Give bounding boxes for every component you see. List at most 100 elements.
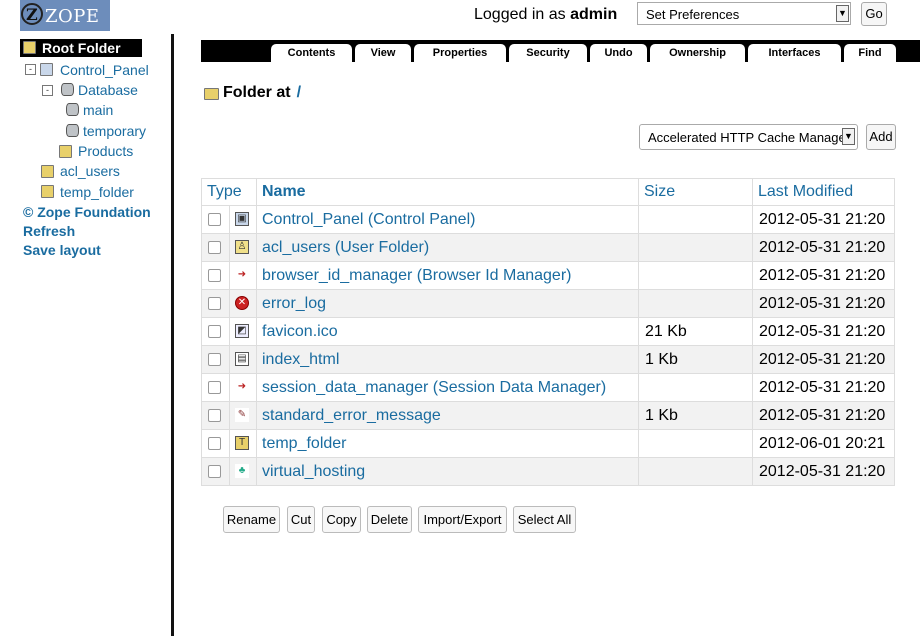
row-last-modified: 2012-05-31 21:20 (752, 205, 895, 234)
column-type[interactable]: Type (201, 178, 257, 206)
row-checkbox[interactable] (208, 380, 221, 394)
virtual-host-icon[interactable]: ♣ (235, 464, 249, 479)
tab-undo[interactable]: Undo (590, 44, 647, 62)
page-title-prefix: Folder at (223, 84, 291, 101)
tab-interfaces[interactable]: Interfaces (748, 44, 841, 62)
row-checkbox[interactable] (208, 324, 221, 338)
user-folder-icon[interactable]: ♙ (235, 240, 249, 255)
row-name-link[interactable]: session_data_manager (Session Data Manag… (256, 373, 639, 402)
tree-item-temporary[interactable]: temporary (83, 122, 146, 140)
row-last-modified: 2012-05-31 21:20 (752, 233, 895, 262)
row-checkbox[interactable] (208, 296, 221, 310)
root-folder-label: Root Folder (42, 40, 121, 56)
tab-contents[interactable]: Contents (271, 44, 352, 63)
session-manager-icon[interactable]: ➜ (235, 380, 249, 395)
user-folder-icon (41, 165, 54, 178)
save-layout-link[interactable]: Save layout (23, 242, 101, 258)
row-name-link[interactable]: browser_id_manager (Browser Id Manager) (256, 261, 639, 290)
table-row: ✎ standard_error_message 1 Kb 2012-05-31 21… (201, 401, 895, 430)
add-object-select[interactable]: Accelerated HTTP Cache Manager ▼ (639, 124, 858, 150)
dtml-method-icon[interactable]: ✎ (235, 408, 249, 423)
control-panel-icon[interactable]: ▣ (235, 212, 249, 227)
tab-security[interactable]: Security (509, 44, 587, 62)
row-size (638, 289, 753, 318)
column-name[interactable]: Name (256, 178, 639, 206)
row-checkbox[interactable] (208, 436, 221, 450)
row-last-modified: 2012-05-31 21:20 (752, 345, 895, 374)
import-export-button[interactable]: Import/Export (418, 506, 507, 533)
row-last-modified: 2012-06-01 20:21 (752, 429, 895, 458)
root-folder-link[interactable]: Root Folder (20, 39, 142, 57)
delete-button[interactable]: Delete (367, 506, 412, 533)
table-row: Ttemp_folder 2012-06-01 20:21 (201, 429, 895, 458)
table-row: ➜ session_data_manager (Session Data Mana… (201, 373, 895, 402)
row-name-link[interactable]: acl_users (User Folder) (256, 233, 639, 262)
row-size (638, 429, 753, 458)
table-row: ♣ virtual_hosting 2012-05-31 21:20 (201, 457, 895, 486)
folder-icon (59, 145, 72, 158)
tab-ownership[interactable]: Ownership (650, 44, 745, 62)
collapse-toggle[interactable]: - (25, 64, 36, 75)
path-root-link[interactable]: / (297, 84, 301, 101)
row-checkbox[interactable] (208, 268, 221, 282)
row-checkbox[interactable] (208, 464, 221, 478)
add-button[interactable]: Add (866, 124, 896, 150)
logged-in-status: Logged in as admin (474, 6, 617, 24)
row-name-link[interactable]: index_html (256, 345, 639, 374)
frame-divider[interactable] (171, 34, 174, 636)
browser-id-icon[interactable]: ➜ (235, 268, 249, 283)
control-panel-icon (40, 63, 53, 76)
error-log-icon[interactable]: ✕ (235, 296, 249, 311)
row-size (638, 261, 753, 290)
zope-logo-text: ZOPE (45, 6, 100, 27)
temp-folder-icon (41, 185, 54, 198)
row-checkbox[interactable] (208, 352, 221, 366)
table-row: ✕ error_log 2012-05-31 21:20 (201, 289, 895, 318)
row-last-modified: 2012-05-31 21:20 (752, 317, 895, 346)
left-navigation: Root Folder - Control_Panel - Database m… (0, 34, 171, 636)
image-icon[interactable]: ◩ (235, 324, 249, 339)
row-last-modified: 2012-05-31 21:20 (752, 401, 895, 430)
column-last-modified[interactable]: Last Modified (752, 178, 895, 206)
collapse-toggle[interactable]: - (42, 85, 53, 96)
rename-button[interactable]: Rename (223, 506, 280, 533)
row-name-link[interactable]: favicon.ico (256, 317, 639, 346)
tree-item-temp-folder[interactable]: temp_folder (60, 183, 134, 201)
row-checkbox[interactable] (208, 212, 221, 226)
chevron-down-icon: ▼ (836, 5, 849, 22)
zope-logo[interactable]: Z ZOPE (20, 0, 110, 31)
row-name-link[interactable]: virtual_hosting (256, 457, 639, 486)
tree-item-control-panel[interactable]: Control_Panel (60, 61, 149, 79)
preferences-select[interactable]: Set Preferences ▼ (637, 2, 851, 25)
select-all-button[interactable]: Select All (513, 506, 576, 533)
row-last-modified: 2012-05-31 21:20 (752, 373, 895, 402)
logged-in-prefix: Logged in as (474, 6, 566, 23)
go-button[interactable]: Go (861, 2, 887, 26)
table-header-row: Type Name Size Last Modified (201, 178, 895, 206)
row-size: 1 Kb (638, 345, 753, 374)
tab-view[interactable]: View (355, 44, 411, 62)
table-row: ▣ Control_Panel (Control Panel) 2012-05-31… (201, 205, 895, 234)
row-name-link[interactable]: error_log (256, 289, 639, 318)
tree-item-products[interactable]: Products (78, 142, 133, 160)
zope-foundation-link[interactable]: © Zope Foundation (23, 204, 151, 220)
column-size[interactable]: Size (638, 178, 753, 206)
temp-folder-icon[interactable]: T (235, 436, 249, 451)
row-checkbox[interactable] (208, 408, 221, 422)
table-row: ◩ favicon.ico 21 Kb 2012-05-31 21:20 (201, 317, 895, 346)
tab-find[interactable]: Find (844, 44, 896, 62)
refresh-link[interactable]: Refresh (23, 223, 75, 239)
row-name-link[interactable]: Control_Panel (Control Panel) (256, 205, 639, 234)
cut-button[interactable]: Cut (287, 506, 315, 533)
row-checkbox[interactable] (208, 240, 221, 254)
copy-button[interactable]: Copy (322, 506, 361, 533)
tree-item-database[interactable]: Database (78, 81, 138, 99)
database-icon (66, 124, 79, 137)
contents-table: Type Name Size Last Modified ▣ Control_Pa… (201, 178, 895, 486)
tree-item-acl-users[interactable]: acl_users (60, 162, 120, 180)
tab-properties[interactable]: Properties (414, 44, 506, 62)
row-name-link[interactable]: standard_error_message (256, 401, 639, 430)
row-name-link[interactable]: temp_folder (256, 429, 639, 458)
tree-item-main[interactable]: main (83, 101, 113, 119)
page-template-icon[interactable]: ▤ (235, 352, 249, 367)
